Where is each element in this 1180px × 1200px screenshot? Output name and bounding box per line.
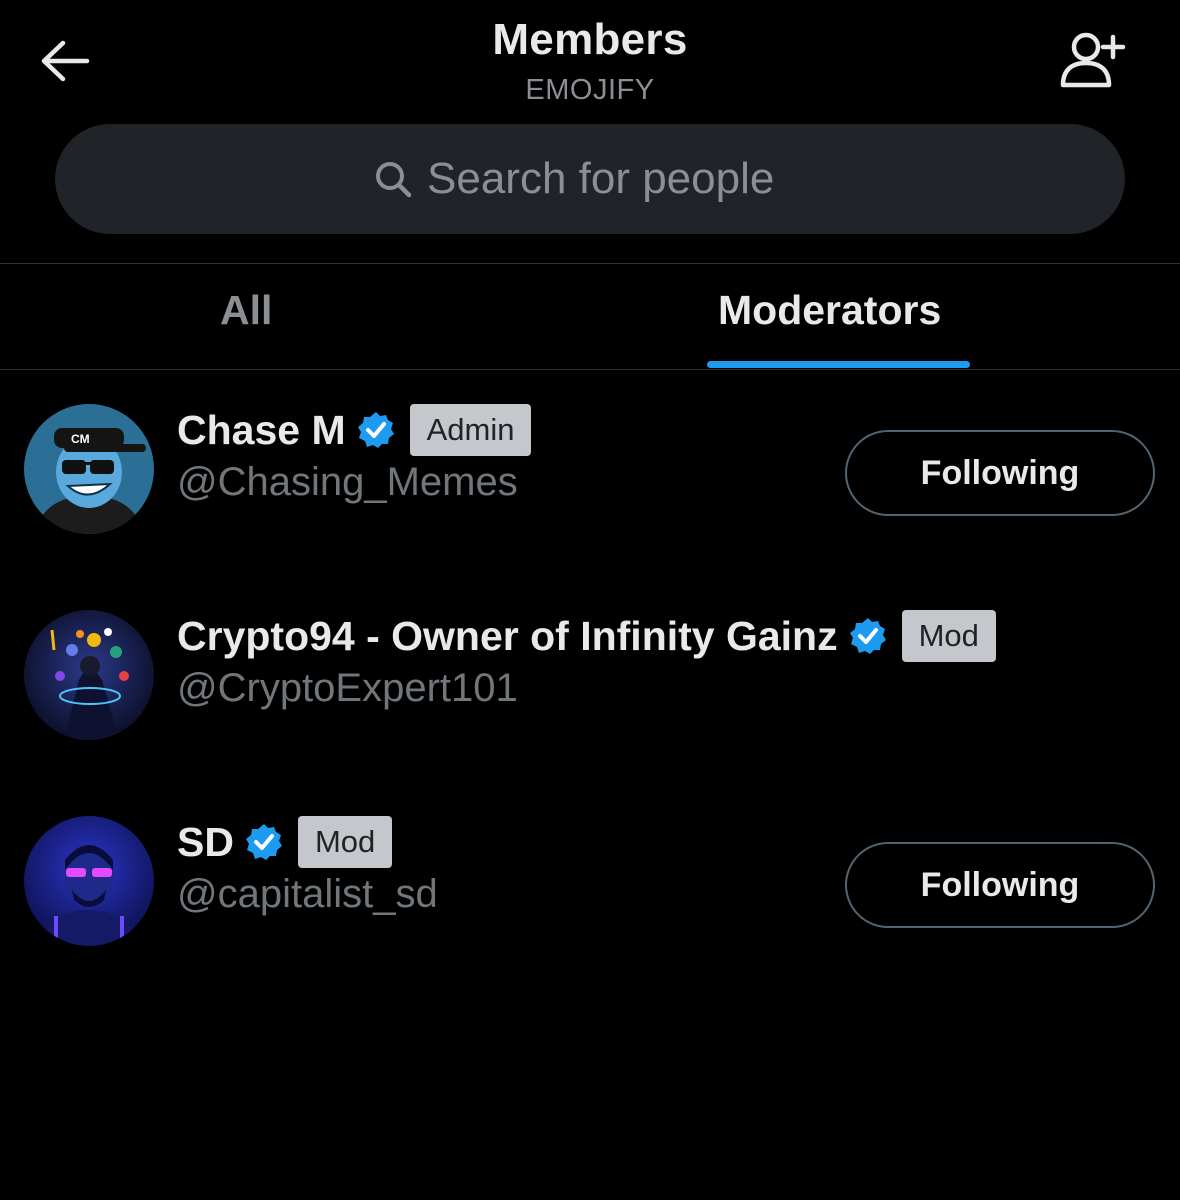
following-button[interactable]: Following bbox=[845, 842, 1155, 928]
page-title: Members bbox=[492, 15, 688, 64]
name-line: Chase M Admin bbox=[177, 402, 532, 458]
list-item[interactable]: SD Mod @capitalist_sd Following bbox=[0, 782, 1180, 982]
header: Members EMOJIFY bbox=[0, 0, 1180, 120]
list-item[interactable]: Crypto94 - Owner of Infinity Gainz Mod @… bbox=[0, 576, 1180, 776]
search-inner bbox=[373, 154, 807, 204]
following-button[interactable]: Following bbox=[845, 430, 1155, 516]
title-block: Members EMOJIFY bbox=[340, 12, 840, 108]
member-name: Crypto94 - Owner of Infinity Gainz bbox=[177, 612, 838, 659]
tab-moderators[interactable]: Moderators bbox=[590, 264, 1180, 370]
active-tab-indicator bbox=[707, 361, 970, 368]
member-name: SD bbox=[177, 818, 234, 865]
search-input[interactable] bbox=[427, 154, 807, 204]
arrow-left-icon bbox=[41, 40, 90, 82]
tab-all-label: All bbox=[220, 286, 273, 333]
avatar-cap-text: CM bbox=[71, 432, 90, 446]
back-button[interactable] bbox=[36, 36, 94, 86]
avatar[interactable] bbox=[24, 610, 154, 740]
tab-moderators-label: Moderators bbox=[718, 286, 942, 333]
role-badge: Admin bbox=[409, 404, 532, 456]
member-name: Chase M bbox=[177, 406, 346, 453]
member-handle: @Chasing_Memes bbox=[177, 460, 518, 504]
tab-bar: All Moderators bbox=[0, 264, 1180, 370]
avatar[interactable]: CM bbox=[24, 404, 154, 534]
avatar[interactable] bbox=[24, 816, 154, 946]
list-item[interactable]: CM Chase M Admin @Chasing_Memes Followin… bbox=[0, 370, 1180, 570]
add-person-icon bbox=[1060, 32, 1126, 88]
verified-badge-icon bbox=[356, 410, 396, 450]
role-badge: Mod bbox=[901, 610, 996, 662]
name-line: SD Mod bbox=[177, 814, 393, 870]
verified-badge-icon bbox=[848, 616, 888, 656]
verified-badge-icon bbox=[244, 822, 284, 862]
community-name: EMOJIFY bbox=[525, 74, 655, 106]
search-icon bbox=[373, 159, 413, 199]
name-line: Crypto94 - Owner of Infinity Gainz Mod bbox=[177, 608, 996, 664]
add-member-button[interactable] bbox=[1054, 28, 1134, 92]
member-handle: @CryptoExpert101 bbox=[177, 666, 518, 710]
member-handle: @capitalist_sd bbox=[177, 872, 438, 916]
tab-all[interactable]: All bbox=[0, 264, 590, 370]
search-bar[interactable] bbox=[55, 124, 1125, 234]
role-badge: Mod bbox=[297, 816, 393, 868]
